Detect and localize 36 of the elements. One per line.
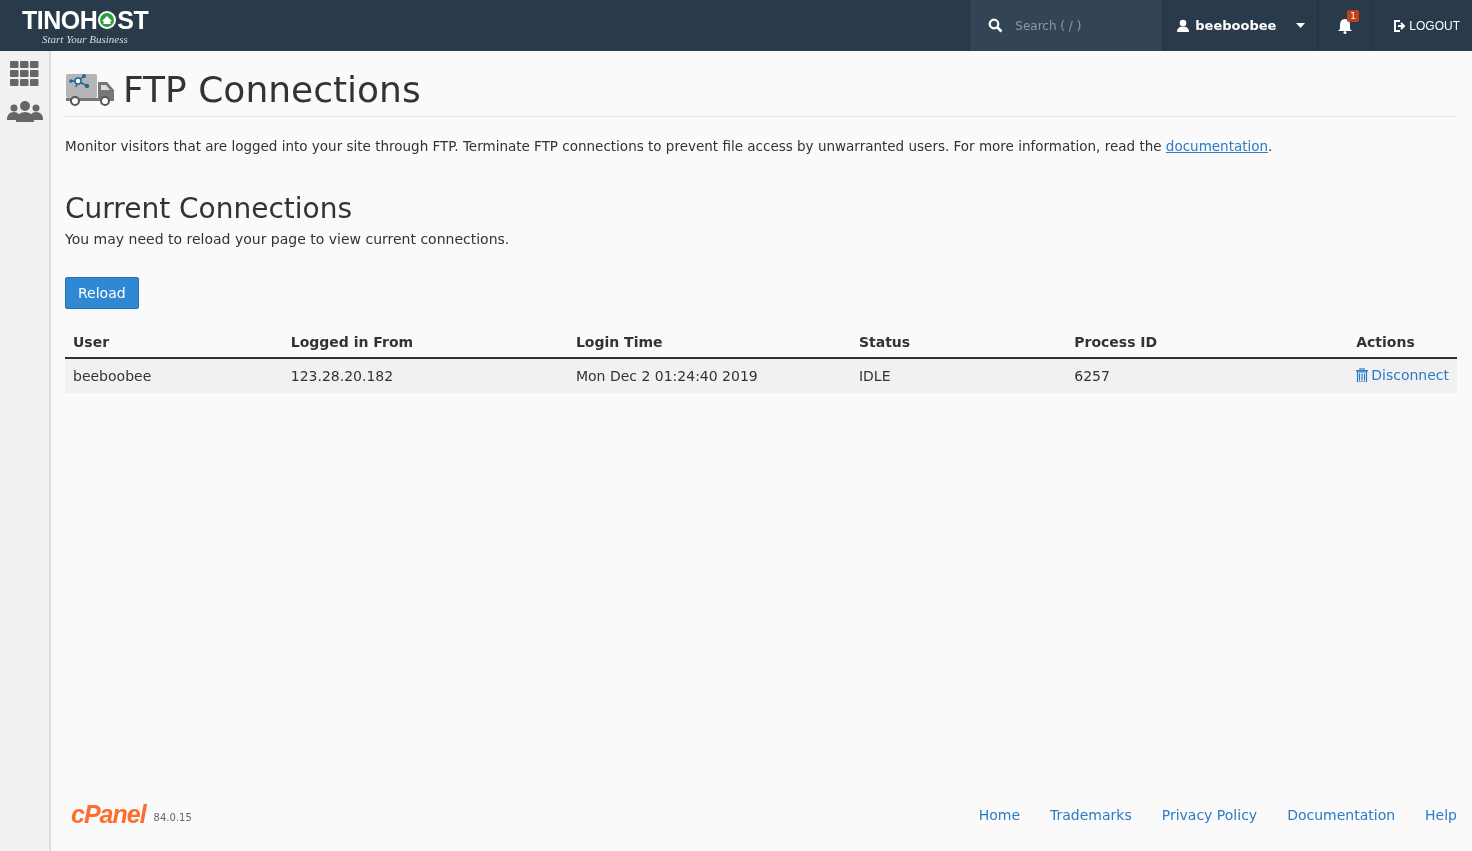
user-menu[interactable]: beeboobee xyxy=(1162,0,1318,51)
reload-button[interactable]: Reload xyxy=(65,277,139,309)
section-title: Current Connections xyxy=(65,192,354,225)
table-cell: 6257 xyxy=(1066,358,1349,393)
ftp-truck-icon xyxy=(65,72,115,107)
documentation-link[interactable]: documentation xyxy=(1165,138,1269,154)
table-cell: IDLE xyxy=(850,358,1067,393)
logout-link[interactable]: LOGOUT xyxy=(1372,0,1472,51)
search-field[interactable]: Search ( / ) xyxy=(1013,17,1138,34)
section-note: You may need to reload your page to view current connections. xyxy=(65,231,511,247)
logo-text: TINOH xyxy=(22,6,98,33)
logo-tagline: Start Your Business xyxy=(42,32,129,45)
user-name: beeboobee xyxy=(1195,18,1277,33)
caret-icon xyxy=(1296,23,1306,28)
logo-text: ST xyxy=(117,6,149,33)
user-icon xyxy=(1177,19,1190,32)
grid-icon[interactable] xyxy=(10,61,39,86)
house-logo-icon xyxy=(97,9,118,30)
users-icon[interactable] xyxy=(6,100,43,122)
bell-icon[interactable] xyxy=(1337,17,1354,34)
footer-link[interactable]: Documentation xyxy=(1287,806,1396,823)
version-number: 84.0.15 xyxy=(153,812,192,823)
logout-icon xyxy=(1393,19,1407,32)
notification-badge: 1 xyxy=(1347,10,1360,22)
footer-link[interactable]: Trademarks xyxy=(1050,806,1132,823)
cpanel-logo: cPanel xyxy=(71,800,146,829)
intro-text: Monitor visitors that are logged into your site through FTP. Terminate FTP connections to prevent file access by unwarranted users. For more information, read the documentation. xyxy=(65,138,1274,154)
page-title: FTP Connections xyxy=(123,69,421,110)
table-cell: beeboobee xyxy=(65,358,283,393)
table-cell: 123.28.20.182 xyxy=(282,358,568,393)
search-icon xyxy=(988,18,1004,33)
footer-link[interactable]: Home xyxy=(978,806,1020,823)
footer-link[interactable]: Help xyxy=(1425,806,1457,823)
footer-link[interactable]: Privacy Policy xyxy=(1161,806,1258,823)
trash-icon xyxy=(1356,368,1369,382)
table-cell: Mon Dec 2 01:24:40 2019 xyxy=(567,358,851,393)
